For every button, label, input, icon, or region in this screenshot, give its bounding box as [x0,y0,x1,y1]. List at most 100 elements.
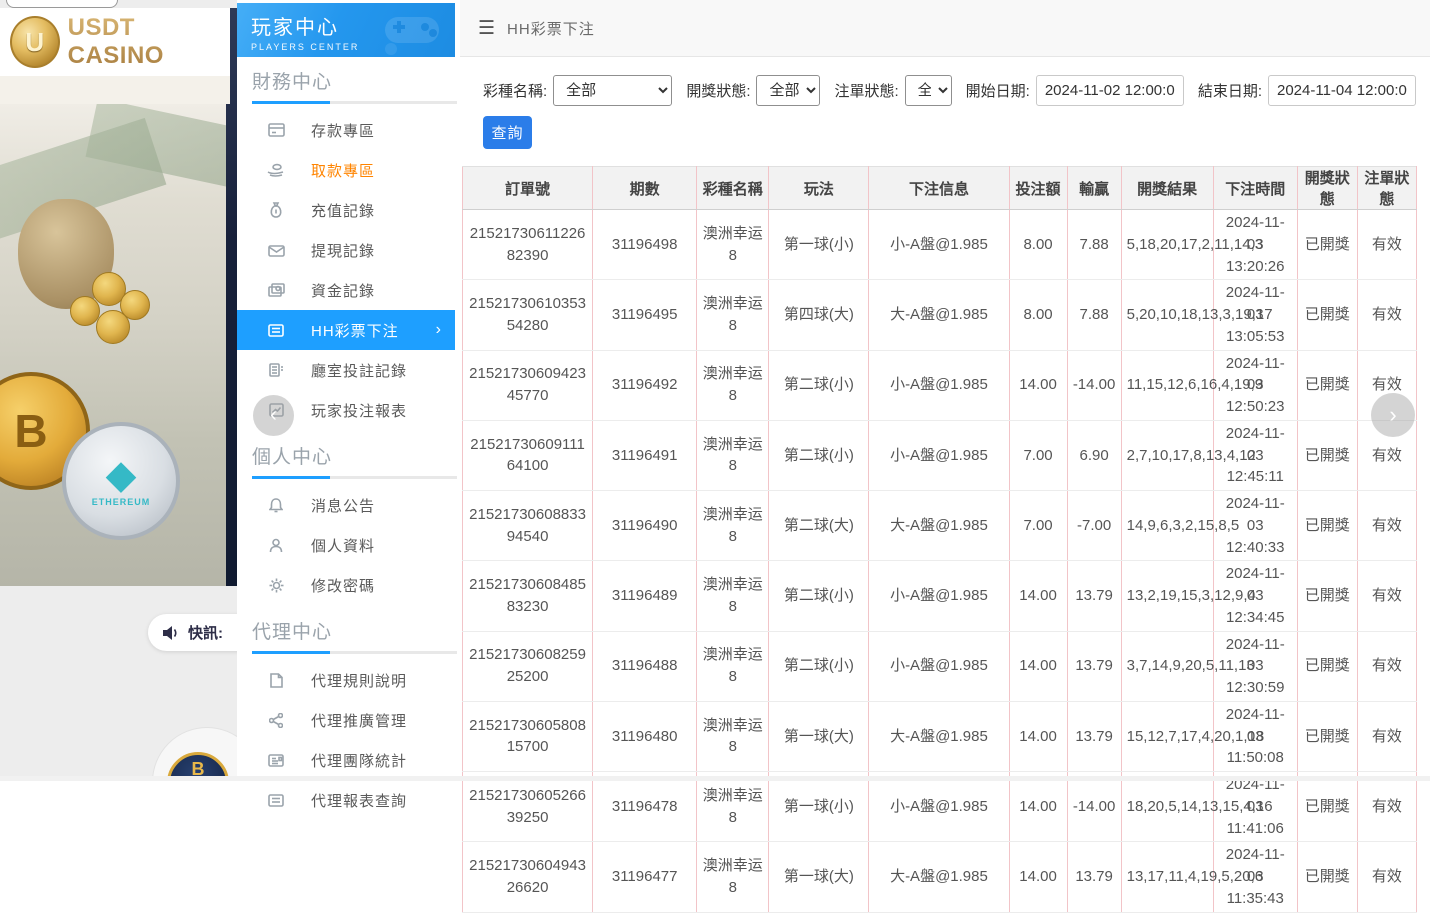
cell-play: 第二球(大) [769,491,869,561]
left-background-panel: B ◆ ETHEREUM U USDT CASINO 快訊: B [0,0,237,781]
table-row: 2152173060526639250 31196478 澳洲幸运8 第一球(小… [463,772,1417,842]
speaker-icon [162,625,180,641]
cell-period: 31196490 [593,491,697,561]
sidebar-item-label: 消息公告 [311,495,375,516]
cell-result: 13,2,19,15,3,12,9,4 [1121,561,1213,631]
cell-win-loss: 13.79 [1067,701,1121,771]
sidebar-item-label: 代理規則說明 [311,670,407,691]
sidebar-item-recharge-record[interactable]: 充值記錄 [237,190,460,230]
cell-play: 第一球(大) [769,701,869,771]
cell-lottery: 澳洲幸运8 [697,772,769,842]
sidebar-item-funds-record[interactable]: 資金記錄 [237,270,460,310]
cell-result: 18,20,5,14,13,15,4,16 [1121,772,1213,842]
cell-result: 13,17,11,4,19,5,20,6 [1121,842,1213,912]
report-card-icon [267,791,285,809]
person-icon [267,536,285,554]
sidebar-item-agent-team-stats[interactable]: 代理團隊統計 [237,740,460,780]
draw-status-select[interactable]: 全部 [756,75,820,106]
cell-order-no: 2152173060526639250 [463,772,593,842]
sidebar-item-label: 存款專區 [311,120,375,141]
search-button[interactable]: 查詢 [483,116,532,149]
sidebar-item-hh-lottery-bets[interactable]: HH彩票下注 › [237,310,455,350]
cell-order-status: 有效 [1357,701,1416,771]
clipped-top-widget [6,0,118,8]
collapse-sidebar-button[interactable]: ‹ [253,395,294,436]
section-finance-center: 財務中心 [237,57,460,104]
page-title: HH彩票下注 [507,18,595,39]
cell-draw-status: 已開獎 [1297,561,1357,631]
cell-lottery: 澳洲幸运8 [697,561,769,631]
cell-order-no: 2152173060942345770 [463,350,593,420]
cell-order-no: 2152173060911164100 [463,420,593,490]
sidebar-item-deposit[interactable]: 存款專區 [237,110,460,150]
cell-order-status: 有效 [1357,631,1416,701]
sidebar-item-withdraw[interactable]: 取款專區 [237,150,460,190]
table-row: 2152173061035354280 31196495 澳洲幸运8 第四球(大… [463,280,1417,350]
cell-bet-info: 小-A盤@1.985 [869,350,1009,420]
cell-period: 31196491 [593,420,697,490]
cell-bet-info: 小-A盤@1.985 [869,772,1009,842]
gold-coin-image [96,310,130,344]
cell-period: 31196477 [593,842,697,912]
sidebar-item-label: 廳室投註記錄 [311,360,407,381]
cell-amount: 8.00 [1009,210,1067,280]
envelope-out-icon [267,241,285,259]
gear-icon [267,576,285,594]
sidebar-item-profile[interactable]: 個人資料 [237,525,460,565]
cell-play: 第二球(小) [769,350,869,420]
start-date-label: 開始日期: [966,80,1030,101]
expand-panel-button[interactable]: › [1371,393,1415,437]
cell-draw-status: 已開獎 [1297,350,1357,420]
cell-draw-status: 已開獎 [1297,772,1357,842]
end-date-label: 結束日期: [1198,80,1262,101]
col-period: 期數 [593,167,697,210]
cell-result: 5,20,10,18,13,3,19,17 [1121,280,1213,350]
cell-win-loss: -7.00 [1067,491,1121,561]
cell-bet-info: 小-A盤@1.985 [869,561,1009,631]
cell-play: 第一球(大) [769,842,869,912]
cell-period: 31196488 [593,631,697,701]
start-date-input[interactable] [1036,75,1184,106]
sidebar-item-label: 個人資料 [311,535,375,556]
cell-draw-status: 已開獎 [1297,280,1357,350]
end-date-input[interactable] [1268,75,1416,106]
cell-win-loss: -14.00 [1067,772,1121,842]
cell-bet-time: 2024-11-03 11:41:06 [1213,772,1297,842]
brand-coin-letter: U [25,27,44,58]
table-row: 2152173060911164100 31196491 澳洲幸运8 第二球(小… [463,420,1417,490]
horizontal-scrollbar[interactable] [0,776,1430,781]
cell-lottery: 澳洲幸运8 [697,280,769,350]
list-book-icon [267,321,285,339]
cell-amount: 14.00 [1009,772,1067,842]
cell-order-status: 有效 [1357,491,1416,561]
sidebar-item-withdrawal-record[interactable]: 提現記錄 [237,230,460,270]
table-row: 2152173061122682390 31196498 澳洲幸运8 第一球(小… [463,210,1417,280]
cell-bet-time: 2024-11-03 11:35:43 [1213,842,1297,912]
col-lottery: 彩種名稱 [697,167,769,210]
cell-bet-info: 大-A盤@1.985 [869,701,1009,771]
cell-result: 3,7,14,9,20,5,11,13 [1121,631,1213,701]
brand-logo-bar: U USDT CASINO [0,8,230,76]
cell-lottery: 澳洲幸运8 [697,701,769,771]
sidebar-item-room-bet-record[interactable]: 廳室投註記錄 [237,350,460,390]
sidebar-header: 玩家中心 PLAYERS CENTER [237,3,455,57]
order-status-select[interactable]: 全部 [905,75,952,106]
sidebar-item-agent-rules[interactable]: 代理規則說明 [237,660,460,700]
sidebar-item-agent-report[interactable]: 代理報表查詢 [237,780,460,820]
sidebar-item-agent-promotion[interactable]: 代理推廣管理 [237,700,460,740]
sidebar-item-announcements[interactable]: 消息公告 [237,485,460,525]
cell-draw-status: 已開獎 [1297,491,1357,561]
lottery-name-select[interactable]: 全部 [553,75,672,106]
agent-menu: 代理規則說明 代理推廣管理 代理團隊統計 代理報表查詢 [237,654,460,822]
cell-lottery: 澳洲幸运8 [697,842,769,912]
cell-win-loss: 7.88 [1067,210,1121,280]
col-draw-status: 開獎狀態 [1297,167,1357,210]
cell-lottery: 澳洲幸运8 [697,491,769,561]
money-photo-background: B ◆ ETHEREUM [0,104,230,586]
sidebar-item-change-password[interactable]: 修改密碼 [237,565,460,605]
hamburger-menu-icon[interactable]: ☰ [478,17,495,40]
ethereum-icon: ◆ [106,455,137,495]
sidebar-item-label: HH彩票下注 [311,320,399,341]
bell-icon [267,496,285,514]
filter-panel: 彩種名稱: 全部 開獎狀態: 全部 注單狀態: 全部 開始日期: 結束日期: 查… [460,57,1430,149]
